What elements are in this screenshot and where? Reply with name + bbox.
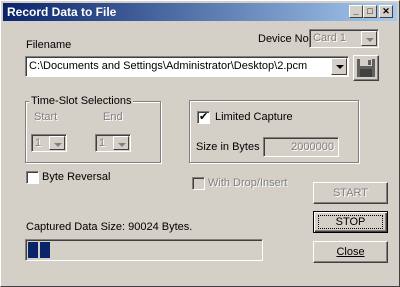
size-in-bytes-label: Size in Bytes — [196, 141, 260, 153]
device-no-label: Device No — [258, 33, 309, 45]
maximize-button[interactable]: □ — [363, 5, 377, 18]
size-in-bytes-value: 2000000 — [291, 141, 334, 153]
chevron-down-icon — [113, 136, 129, 150]
byte-reversal-checkbox[interactable] — [26, 171, 39, 184]
end-timeslot-select[interactable]: 1 — [95, 134, 131, 152]
chevron-down-icon — [49, 136, 65, 150]
byte-reversal-label: Byte Reversal — [42, 171, 111, 183]
end-label: End — [103, 111, 123, 123]
close-window-button[interactable]: ✕ — [379, 5, 393, 18]
start-button[interactable]: START — [313, 182, 388, 204]
record-data-window: Record Data to File _ □ ✕ Filename Devic… — [0, 0, 400, 287]
chevron-down-icon — [361, 31, 377, 46]
drop-insert-checkbox[interactable] — [192, 177, 205, 190]
start-timeslot-value: 1 — [35, 137, 42, 149]
timeslot-legend: Time-Slot Selections — [29, 95, 134, 107]
filename-combobox[interactable]: C:\Documents and Settings\Administrator\… — [25, 56, 349, 77]
close-button[interactable]: Close — [313, 241, 388, 263]
floppy-disk-icon — [357, 59, 375, 77]
start-timeslot-select[interactable]: 1 — [31, 134, 67, 152]
progress-segment — [40, 242, 50, 258]
start-label: Start — [34, 111, 58, 123]
end-timeslot-value: 1 — [99, 137, 106, 149]
filename-value: C:\Documents and Settings\Administrator\… — [29, 60, 308, 72]
close-button-label: Close — [336, 246, 365, 258]
stop-button[interactable]: STOP — [313, 211, 388, 233]
limited-capture-label: Limited Capture — [215, 111, 293, 123]
progress-segment — [28, 242, 38, 258]
minimize-button[interactable]: _ — [349, 5, 363, 18]
device-no-value: Card 1 — [313, 32, 347, 44]
window-title: Record Data to File — [7, 5, 117, 19]
capture-progress-bar — [25, 239, 263, 261]
save-file-button[interactable] — [353, 55, 379, 81]
size-in-bytes-input[interactable]: 2000000 — [263, 137, 339, 157]
drop-insert-label: With Drop/Insert — [208, 177, 288, 189]
stop-button-label: STOP — [335, 216, 366, 228]
filename-label: Filename — [26, 39, 72, 51]
start-button-label: START — [332, 187, 369, 199]
captured-size-text: Captured Data Size: 90024 Bytes. — [26, 221, 193, 233]
title-bar[interactable]: Record Data to File _ □ ✕ — [3, 3, 397, 21]
limited-capture-checkbox[interactable] — [197, 110, 210, 124]
chevron-down-icon[interactable] — [331, 58, 347, 75]
device-no-select[interactable]: Card 1 — [309, 29, 379, 48]
